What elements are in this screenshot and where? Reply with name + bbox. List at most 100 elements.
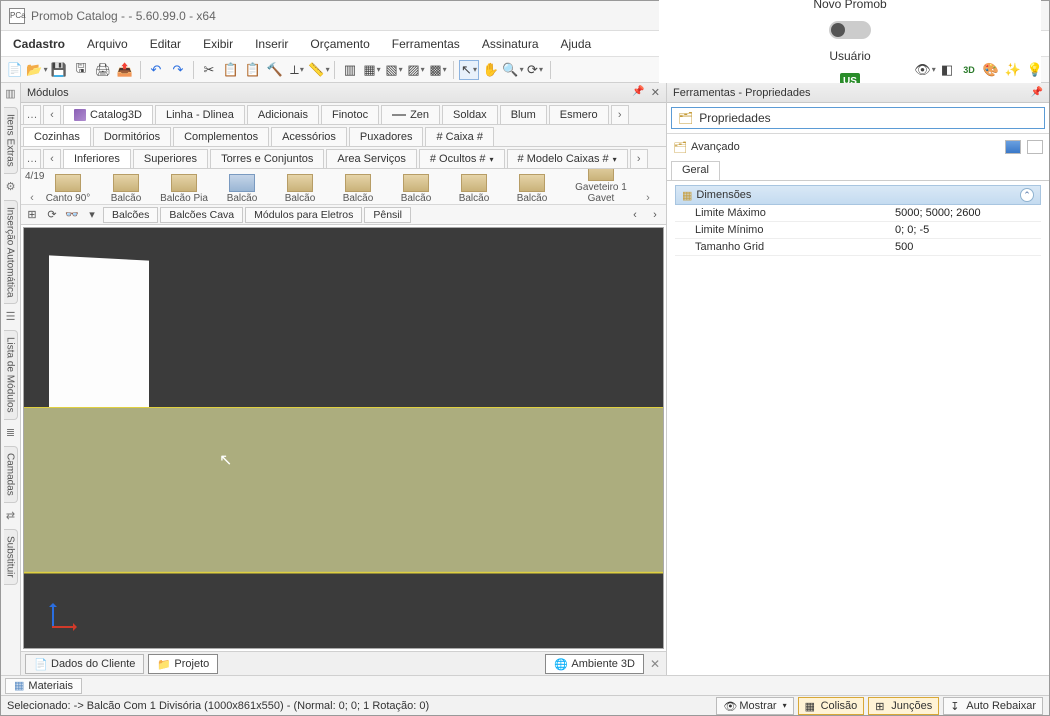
new-file-icon[interactable]: 📄 [5, 60, 25, 80]
paste-icon[interactable]: 📋 [243, 60, 263, 80]
tab-acessorios[interactable]: Acessórios [271, 127, 347, 146]
filter-modulos-eletros[interactable]: Módulos para Eletros [245, 207, 362, 223]
gallery-next[interactable]: › [641, 192, 655, 204]
gal-balcao-3[interactable]: Balcão [213, 174, 271, 204]
filter-icon-1[interactable]: ⊞ [23, 207, 41, 223]
tab-adicionais[interactable]: Adicionais [247, 105, 319, 124]
nav-right-1[interactable]: › [611, 105, 629, 124]
btn-juncoes[interactable]: ⊞Junções [868, 697, 939, 715]
print-icon[interactable]: 🖨 [93, 60, 113, 80]
btab-close[interactable]: ✕ [648, 657, 662, 671]
close-panel-icon[interactable]: ✕ [651, 86, 660, 99]
wand-icon[interactable]: ✨ [1003, 60, 1023, 80]
gal-balcao-1[interactable]: Balcão [97, 174, 155, 204]
grid-icon-2[interactable] [1027, 140, 1043, 154]
zoom-icon[interactable]: 🔍 [503, 60, 523, 80]
rail-camadas[interactable]: Camadas [4, 446, 18, 503]
cube-render-icon[interactable]: ◧ [937, 60, 957, 80]
tab-finotoc[interactable]: Finotoc [321, 105, 379, 124]
pointer-icon[interactable]: ↖ [459, 60, 479, 80]
tab-superiores[interactable]: Superiores [133, 149, 208, 168]
light-icon[interactable]: 💡 [1025, 60, 1045, 80]
eye-icon[interactable]: 👁 [915, 60, 935, 80]
gal-balcao-5[interactable]: Balcão [329, 174, 387, 204]
gal-balcao-pia[interactable]: Balcão Pia [155, 174, 213, 204]
tab-ocultos[interactable]: # Ocultos # ▾ [419, 149, 505, 168]
tab-cozinhas[interactable]: Cozinhas [23, 127, 91, 146]
gal-balcao-8[interactable]: Balcão [503, 174, 561, 204]
gal-canto90[interactable]: Canto 90° [39, 174, 97, 204]
menu-cadastro[interactable]: Cadastro [9, 35, 69, 53]
box-dd-1[interactable]: ▦ [362, 60, 382, 80]
menu-inserir[interactable]: Inserir [251, 35, 292, 53]
filter-icon-3[interactable]: 👓 [63, 207, 81, 223]
copy-icon[interactable]: 📋 [221, 60, 241, 80]
menu-assinatura[interactable]: Assinatura [478, 35, 543, 53]
export-icon[interactable]: 📤 [115, 60, 135, 80]
viewport-3d[interactable]: ↖ [23, 227, 664, 649]
save-icon[interactable]: 💾 [49, 60, 69, 80]
grid-icon-1[interactable] [1005, 140, 1021, 154]
cut-icon[interactable]: ✂ [199, 60, 219, 80]
nav-prev-3[interactable]: … [23, 149, 41, 168]
tab-inferiores[interactable]: Inferiores [63, 149, 131, 168]
menu-orcamento[interactable]: Orçamento [306, 35, 373, 53]
undo-icon[interactable]: ↶ [146, 60, 166, 80]
dim-header[interactable]: ▦ Dimensões ⌃ [675, 185, 1041, 205]
box-dd-4[interactable]: ▩ [428, 60, 448, 80]
view3d-icon[interactable]: 3D [959, 60, 979, 80]
btn-colisao[interactable]: ▦Colisão [798, 697, 865, 715]
tab-blum[interactable]: Blum [500, 105, 547, 124]
sheet-icon[interactable]: ▥ [340, 60, 360, 80]
prop-limite-max[interactable]: Limite Máximo5000; 5000; 2600 [675, 205, 1041, 222]
menu-ferramentas[interactable]: Ferramentas [388, 35, 464, 53]
filter-icon-4[interactable]: ▾ [83, 207, 101, 223]
tab-geral[interactable]: Geral [671, 161, 720, 180]
rail-lista[interactable]: Lista de Módulos [4, 330, 18, 420]
nav-right-3[interactable]: › [630, 149, 648, 168]
rail-icon-4[interactable]: ≣ [4, 426, 18, 440]
tab-dormitorios[interactable]: Dormitórios [93, 127, 171, 146]
redo-icon[interactable]: ↷ [168, 60, 188, 80]
rail-icon-3[interactable]: ☰ [4, 310, 18, 324]
filter-icon-2[interactable]: ⟳ [43, 207, 61, 223]
gallery-prev[interactable]: ‹ [25, 192, 39, 204]
menu-editar[interactable]: Editar [146, 35, 185, 53]
btn-mostrar[interactable]: 👁Mostrar▾ [716, 697, 793, 715]
rotate-icon[interactable]: ⟳ [525, 60, 545, 80]
tab-area-servicos[interactable]: Area Serviços [326, 149, 416, 168]
rail-substituir[interactable]: Substituir [4, 529, 18, 585]
tab-modelo-caixas[interactable]: # Modelo Caixas # ▾ [507, 149, 628, 168]
tab-zen[interactable]: Zen [381, 105, 440, 124]
btab-projeto[interactable]: 📁Projeto [148, 654, 218, 674]
nav-prev-1[interactable]: … [23, 105, 41, 124]
chevron-up-icon[interactable]: ⌃ [1020, 188, 1034, 202]
prop-limite-min[interactable]: Limite Mínimo0; 0; -5 [675, 222, 1041, 239]
btab-ambiente3d[interactable]: 🌐Ambiente 3D [545, 654, 644, 674]
propriedades-header[interactable]: 🗂 Propriedades [671, 107, 1045, 129]
tool-dd-2[interactable]: 📏 [309, 60, 329, 80]
hand-icon[interactable]: ✋ [481, 60, 501, 80]
gal-balcao-6[interactable]: Balcão [387, 174, 445, 204]
nav-left-3[interactable]: ‹ [43, 149, 61, 168]
pin-icon-right[interactable]: 📌 [1031, 87, 1043, 98]
filter-balcoes-cava[interactable]: Balcões Cava [160, 207, 243, 223]
tool-dd-1[interactable]: ⟂ [287, 60, 307, 80]
tab-linha[interactable]: Linha - Dlinea [155, 105, 245, 124]
save-as-icon[interactable]: 🖫 [71, 60, 91, 80]
tab-torres[interactable]: Torres e Conjuntos [210, 149, 324, 168]
rail-icon-2[interactable]: ⚙ [4, 180, 18, 194]
box-dd-2[interactable]: ▧ [384, 60, 404, 80]
btab-dados[interactable]: 📄Dados do Cliente [25, 654, 144, 674]
menu-arquivo[interactable]: Arquivo [83, 35, 132, 53]
avancado-button[interactable]: 🗂Avançado [673, 141, 740, 154]
rail-icon-5[interactable]: ⇄ [4, 509, 18, 523]
rail-itens-extras[interactable]: Itens Extras [4, 107, 18, 174]
tab-esmero[interactable]: Esmero [549, 105, 609, 124]
tab-caixa[interactable]: # Caixa # [425, 127, 493, 146]
rail-icon-1[interactable]: ▥ [4, 87, 18, 101]
hammer-icon[interactable]: 🔨 [265, 60, 285, 80]
tab-soldax[interactable]: Soldax [442, 105, 498, 124]
gal-gaveteiro[interactable]: Gaveteiro 1 Gavet [561, 169, 641, 204]
nav-left-1[interactable]: ‹ [43, 105, 61, 124]
